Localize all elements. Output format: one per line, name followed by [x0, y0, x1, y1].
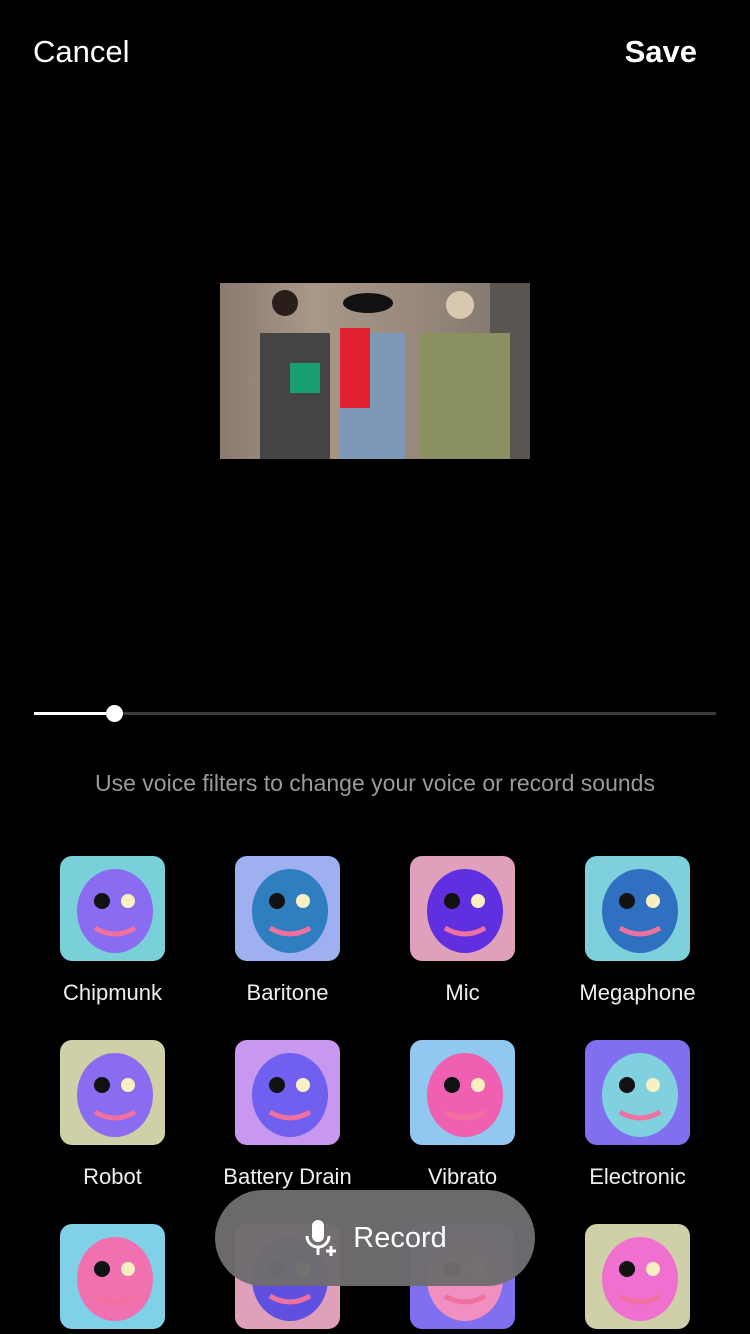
chipmunk-icon — [77, 869, 153, 953]
voice-filter-battery-drain[interactable] — [235, 1040, 340, 1145]
voice-filter-label: Baritone — [246, 980, 329, 1005]
voice-filter-electronic[interactable] — [585, 1040, 690, 1145]
voice-filter-label: Robot — [83, 1164, 142, 1189]
playback-scrubber[interactable] — [34, 705, 716, 722]
record-label: Record — [353, 1221, 447, 1254]
baritone-face-icon — [252, 869, 328, 953]
scrubber-progress — [34, 712, 114, 715]
scrubber-handle[interactable] — [105, 705, 123, 722]
mic-icon — [427, 869, 503, 953]
voice-filter-item-8[interactable] — [60, 1224, 165, 1329]
pink-creature-icon — [602, 1237, 678, 1321]
voice-filter-label: Chipmunk — [62, 980, 163, 1005]
voice-filter-hint: Use voice filters to change your voice o… — [95, 770, 655, 796]
voice-filter-chipmunk[interactable] — [60, 856, 165, 961]
robot-icon — [77, 1053, 153, 1137]
voice-filter-mic[interactable] — [410, 856, 515, 961]
voice-filter-megaphone[interactable] — [585, 856, 690, 961]
chip-icon — [602, 1053, 678, 1137]
battery-icon — [252, 1053, 328, 1137]
voice-filter-label: Battery Drain — [223, 1164, 352, 1189]
megaphone-icon — [602, 869, 678, 953]
lightning-icon — [427, 1053, 503, 1137]
video-preview — [220, 283, 530, 459]
voice-filter-label: Megaphone — [579, 980, 696, 1005]
mic-plus-icon — [305, 1220, 337, 1256]
voice-filter-vibrato[interactable] — [410, 1040, 515, 1145]
cancel-button[interactable]: Cancel — [33, 34, 130, 70]
voice-filter-item-11[interactable] — [585, 1224, 690, 1329]
mouth-icon — [77, 1237, 153, 1321]
record-button[interactable]: Record — [215, 1190, 535, 1286]
voice-filter-label: Mic — [445, 980, 480, 1005]
voice-filter-label: Electronic — [589, 1164, 686, 1189]
voice-filter-label: Vibrato — [427, 1164, 498, 1189]
save-button[interactable]: Save — [625, 34, 697, 70]
voice-filter-robot[interactable] — [60, 1040, 165, 1145]
video-frame-image — [260, 283, 530, 459]
voice-filter-baritone[interactable] — [235, 856, 340, 961]
